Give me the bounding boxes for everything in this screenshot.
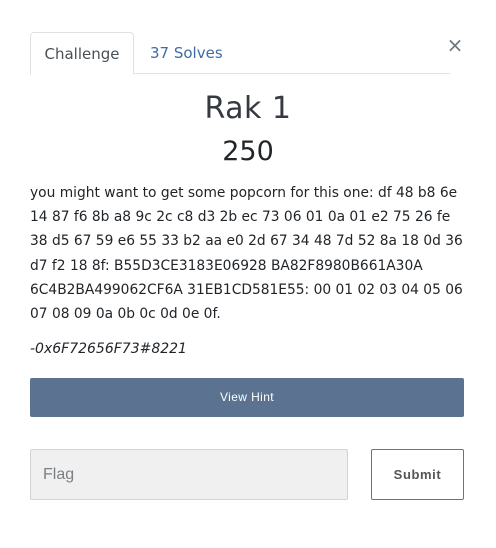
challenge-name: Rak 1 xyxy=(204,91,292,126)
close-icon[interactable]: × xyxy=(446,32,464,58)
tab-solves[interactable]: 37 Solves xyxy=(134,32,239,74)
submit-button[interactable]: Submit xyxy=(371,449,464,500)
flag-input[interactable] xyxy=(30,449,348,500)
challenge-description: you might want to get some popcorn for t… xyxy=(30,185,463,323)
challenge-author: -0x6F72656F73#8221 xyxy=(30,341,187,357)
view-hint-button[interactable]: View Hint xyxy=(30,378,464,417)
challenge-tabs: Challenge 37 Solves xyxy=(30,32,450,75)
tab-challenge[interactable]: Challenge xyxy=(30,32,134,75)
challenge-value: 250 xyxy=(222,136,274,167)
